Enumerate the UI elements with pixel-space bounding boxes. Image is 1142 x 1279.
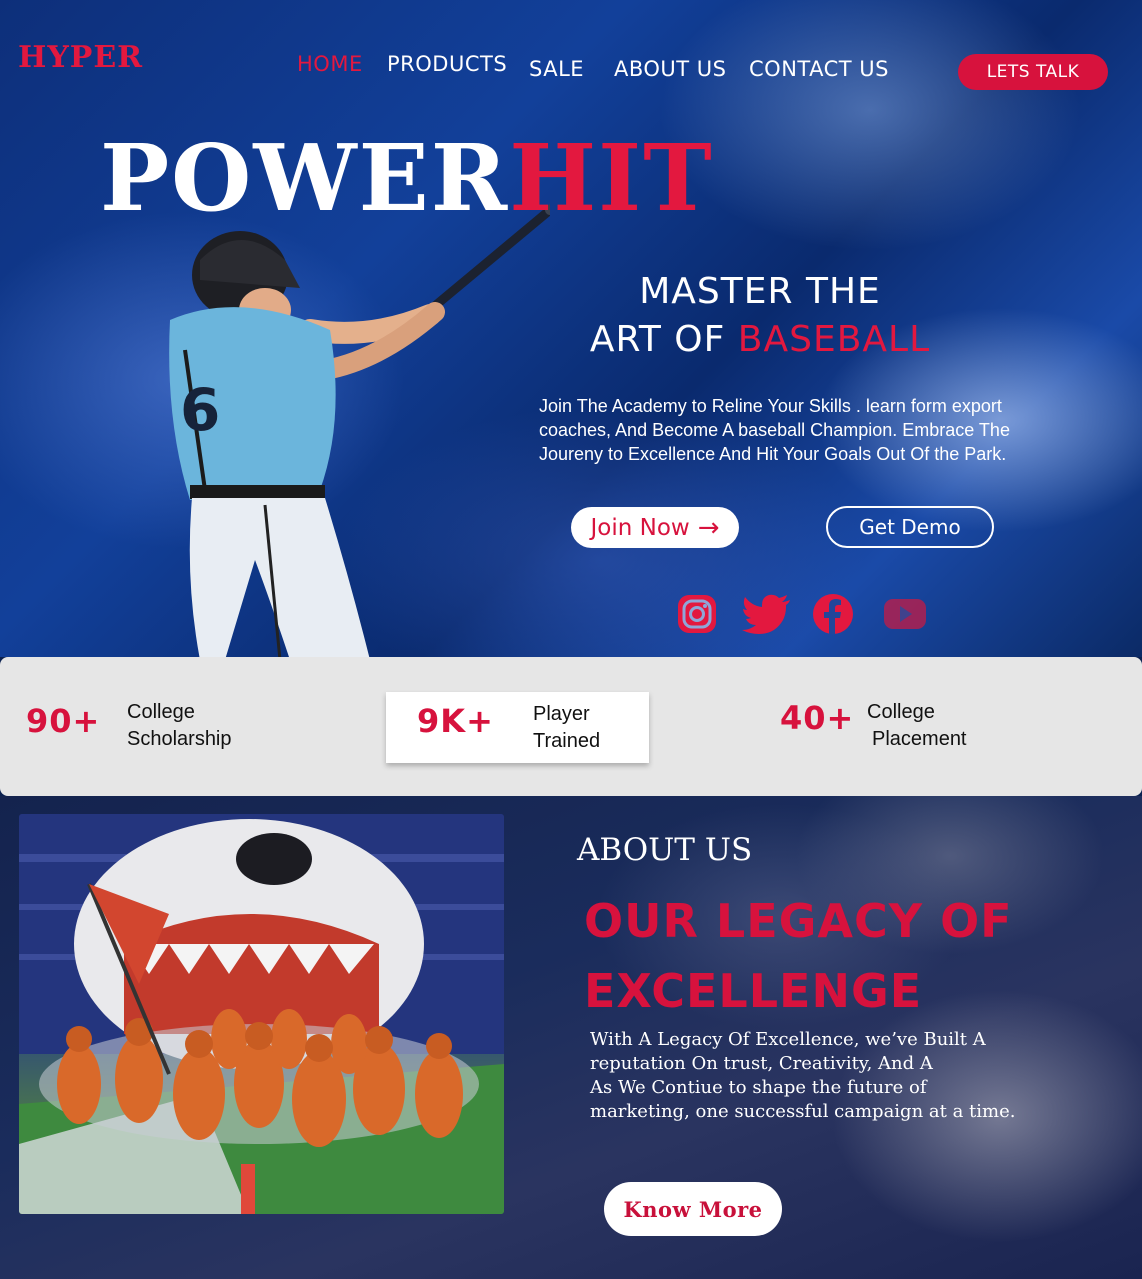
tagline-baseball: BASEBALL: [737, 319, 931, 360]
nav-about-us[interactable]: ABOUT US: [614, 57, 727, 81]
nav-sale[interactable]: SALE: [529, 57, 584, 81]
hero-title-white: POWER: [100, 124, 510, 232]
about-section: ABOUT US OUR LEGACY OF EXCELLENGE With A…: [0, 796, 1142, 1279]
stat-placement-label: College Placement: [867, 699, 967, 753]
baseball-player-image: 6: [169, 203, 550, 657]
nav-contact-us[interactable]: CONTACT US: [749, 57, 889, 81]
brand-logo[interactable]: HYPER: [18, 40, 143, 75]
facebook-icon[interactable]: [811, 592, 855, 636]
arrow-right-icon: →: [697, 512, 720, 543]
hero-intro-text: Join The Academy to Reline Your Skills .…: [539, 396, 1010, 464]
join-now-button[interactable]: Join Now →: [571, 507, 739, 548]
hero-section: HYPER HOME PRODUCTS SALE ABOUT US CONTAC…: [0, 0, 1142, 657]
lets-talk-button[interactable]: LETS TALK: [958, 54, 1108, 90]
nav-products[interactable]: PRODUCTS: [387, 52, 507, 76]
youtube-icon[interactable]: [882, 592, 928, 636]
stat-label-line: Player: [533, 703, 590, 725]
stat-label-line: Scholarship: [127, 728, 232, 750]
get-demo-button[interactable]: Get Demo: [826, 506, 994, 548]
stats-section: 90+ College Scholarship 9K+ Player Train…: [0, 657, 1142, 796]
team-entrance-image: [19, 814, 504, 1214]
about-label: ABOUT US: [577, 832, 753, 868]
about-heading: OUR LEGACY OF EXCELLENGE: [584, 886, 1124, 1026]
join-now-label: Join Now: [590, 514, 690, 541]
know-more-button[interactable]: Know More: [604, 1182, 782, 1236]
stat-players-number: 9K+: [417, 702, 494, 740]
hero-title-red: HIT: [509, 124, 714, 232]
svg-text:6: 6: [180, 376, 220, 444]
stat-placement-number: 40+: [780, 699, 855, 737]
stat-label-line: College: [867, 701, 935, 723]
hero-tagline: MASTER THE ART OF BASEBALL: [560, 268, 960, 364]
twitter-icon[interactable]: [742, 592, 792, 636]
about-heading-line1: OUR LEGACY OF: [584, 894, 1013, 948]
stat-scholarship-number: 90+: [26, 702, 101, 740]
team-photo: [19, 814, 504, 1214]
tagline-line1: MASTER THE: [639, 271, 881, 312]
stat-card-highlight: 9K+ Player Trained: [386, 692, 649, 763]
stat-label-line: Placement: [872, 728, 967, 750]
about-text: With A Legacy Of Excellence, we’ve Built…: [590, 1029, 1016, 1122]
tagline-art-of: ART OF: [589, 319, 726, 360]
stat-label-line: Trained: [533, 730, 601, 752]
stat-players-label: Player Trained: [533, 701, 600, 755]
nav-home[interactable]: HOME: [297, 52, 363, 76]
about-heading-line2: EXCELLENGE: [584, 964, 923, 1018]
instagram-icon[interactable]: [675, 592, 719, 636]
tagline-line2: ART OF BASEBALL: [560, 316, 960, 364]
stat-scholarship-label: College Scholarship: [127, 699, 232, 753]
stat-label-line: College: [127, 701, 195, 723]
hero-title: POWERHIT: [100, 132, 714, 224]
